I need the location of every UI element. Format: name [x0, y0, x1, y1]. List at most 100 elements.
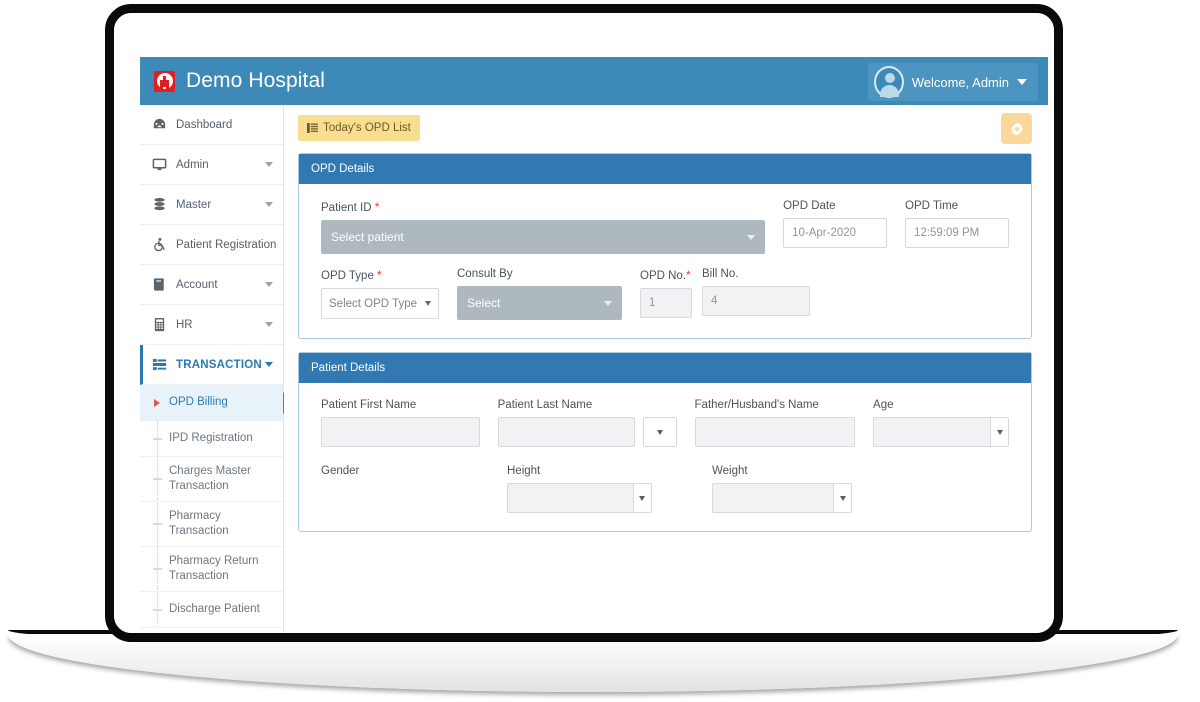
- sidebar-subitem-label: Pharmacy Transaction: [169, 510, 229, 537]
- consult-by-value: Select: [467, 296, 501, 310]
- opd-type-group: OPD Type * Select OPD Type: [321, 268, 439, 320]
- height-input[interactable]: [507, 483, 633, 513]
- sidebar-item-hr[interactable]: HR: [140, 305, 283, 345]
- settings-button[interactable]: [1001, 113, 1032, 144]
- age-combo: [873, 417, 1010, 447]
- patient-id-group: Patient ID * Select patient: [321, 200, 766, 254]
- sidebar-item-label: Patient Registration: [176, 238, 277, 251]
- toolbar: Today's OPD List: [298, 113, 1032, 153]
- patient-id-value: Select patient: [331, 230, 404, 244]
- main-content: Today's OPD List OPD Details Patient ID …: [284, 105, 1048, 633]
- sidebar-item-dashboard[interactable]: Dashboard: [140, 105, 283, 145]
- sidebar-item-master[interactable]: Master: [140, 185, 283, 225]
- opd-no-label: OPD No.*: [640, 268, 692, 282]
- opd-time-input[interactable]: [905, 218, 1009, 248]
- chevron-down-icon: [265, 202, 273, 207]
- height-combo: [507, 483, 652, 513]
- consult-by-select[interactable]: Select: [457, 286, 622, 320]
- father-husband-group: Father/Husband's Name: [694, 399, 856, 447]
- laptop-screen: Demo Hospital Welcome, Admin Dashboard A…: [114, 13, 1054, 633]
- sidebar: Dashboard Admin Master Patient Registrat…: [140, 105, 294, 633]
- page-title: Demo Hospital: [186, 69, 326, 92]
- age-input[interactable]: [873, 417, 991, 447]
- height-unit-dropdown[interactable]: [632, 483, 652, 513]
- opd-date-input[interactable]: [783, 218, 888, 248]
- avatar: [873, 66, 904, 98]
- database-icon: [154, 197, 165, 211]
- chevron-down-icon: [639, 495, 646, 501]
- gear-icon: [1010, 121, 1023, 136]
- father-husband-input[interactable]: [694, 417, 856, 447]
- last-name-suffix-group: [642, 417, 677, 447]
- required-marker: *: [686, 268, 691, 282]
- opd-date-label: OPD Date: [783, 200, 836, 212]
- list-icon: [307, 123, 318, 133]
- sidebar-item-label: Account: [176, 278, 218, 291]
- gender-label: Gender: [321, 465, 360, 477]
- sidebar-item-account[interactable]: Account: [140, 265, 283, 305]
- wheelchair-icon: [154, 237, 165, 252]
- sidebar-item-pharmacy-return-transaction[interactable]: Pharmacy Return Transaction: [140, 547, 283, 592]
- sidebar-item-ipd-registration[interactable]: IPD Registration: [140, 421, 283, 457]
- patient-row-2: Gender Height Weight: [321, 465, 1009, 513]
- age-unit-dropdown[interactable]: [990, 417, 1010, 447]
- chevron-down-icon: [656, 429, 663, 435]
- father-husband-label: Father/Husband's Name: [694, 399, 819, 411]
- opd-details-panel-title: OPD Details: [299, 154, 1031, 184]
- chevron-down-icon: [425, 301, 431, 306]
- patient-id-label-text: Patient ID: [321, 202, 372, 214]
- chevron-down-icon: [265, 282, 273, 287]
- sidebar-item-label: HR: [176, 318, 193, 331]
- chevron-down-icon: [747, 234, 756, 240]
- opd-no-group: OPD No.*: [640, 268, 692, 320]
- sidebar-item-pharmacy-transaction[interactable]: Pharmacy Transaction: [140, 502, 283, 547]
- ledger-book-icon: [153, 278, 164, 291]
- red-cross-icon: [154, 70, 175, 92]
- opd-no-input[interactable]: [640, 288, 692, 318]
- first-name-input[interactable]: [321, 417, 480, 447]
- user-menu[interactable]: Welcome, Admin: [867, 63, 1038, 101]
- sidebar-item-opd-billing[interactable]: OPD Billing: [140, 385, 294, 421]
- patient-id-select[interactable]: Select patient: [321, 220, 766, 254]
- bill-no-label: Bill No.: [702, 268, 739, 280]
- bill-no-group: Bill No.: [702, 268, 810, 320]
- consult-by-group: Consult By Select: [457, 268, 622, 320]
- opd-row-1: Patient ID * Select patient OPD Date 10-…: [321, 200, 1009, 254]
- monitor-icon: [152, 158, 167, 171]
- patient-row-1: Patient First Name Patient Last Name Fat…: [321, 399, 1010, 447]
- last-name-suffix-dropdown[interactable]: [642, 417, 677, 447]
- screenshot-stage: Demo Hospital Welcome, Admin Dashboard A…: [0, 0, 1200, 702]
- opd-type-select[interactable]: Select OPD Type: [321, 288, 439, 319]
- first-name-group: Patient First Name: [321, 399, 480, 447]
- weight-unit-dropdown[interactable]: [833, 483, 852, 513]
- height-label: Height: [507, 465, 541, 477]
- sidebar-item-transaction[interactable]: TRANSACTION: [140, 345, 283, 385]
- first-name-label: Patient First Name: [321, 399, 417, 411]
- chevron-down-icon: [604, 300, 612, 306]
- last-name-input[interactable]: [497, 417, 635, 447]
- opd-row-2: OPD Type * Select OPD Type Consult By Se…: [321, 268, 1009, 320]
- sidebar-item-label: Master: [176, 198, 212, 211]
- last-name-label: Patient Last Name: [497, 399, 593, 411]
- transaction-list-icon: [152, 358, 167, 371]
- sidebar-item-label: Admin: [176, 158, 209, 171]
- todays-opd-list-button[interactable]: Today's OPD List: [298, 115, 420, 141]
- patient-details-panel-title: Patient Details: [299, 353, 1031, 383]
- sidebar-item-admin[interactable]: Admin: [140, 145, 283, 185]
- weight-group: Weight: [712, 465, 852, 513]
- chevron-down-icon: [996, 429, 1003, 435]
- bill-no-input[interactable]: [702, 286, 810, 316]
- weight-input[interactable]: [712, 483, 834, 513]
- chevron-down-icon: [265, 322, 273, 327]
- app-header: Demo Hospital Welcome, Admin: [140, 57, 1048, 105]
- sidebar-subitem-label: IPD Registration: [169, 432, 253, 444]
- sidebar-subitem-label: OPD Billing: [169, 396, 228, 408]
- todays-opd-list-label: Today's OPD List: [323, 122, 411, 134]
- app-window: Demo Hospital Welcome, Admin Dashboard A…: [140, 57, 1048, 633]
- sidebar-item-charges-master-transaction[interactable]: Charges Master Transaction: [140, 457, 283, 502]
- sidebar-item-discharge-patient[interactable]: Discharge Patient: [140, 592, 283, 628]
- chevron-down-icon: [1017, 79, 1027, 85]
- height-group: Height: [507, 465, 652, 513]
- sidebar-item-patient-registration[interactable]: Patient Registration: [140, 225, 283, 265]
- last-name-group: Patient Last Name: [497, 399, 635, 447]
